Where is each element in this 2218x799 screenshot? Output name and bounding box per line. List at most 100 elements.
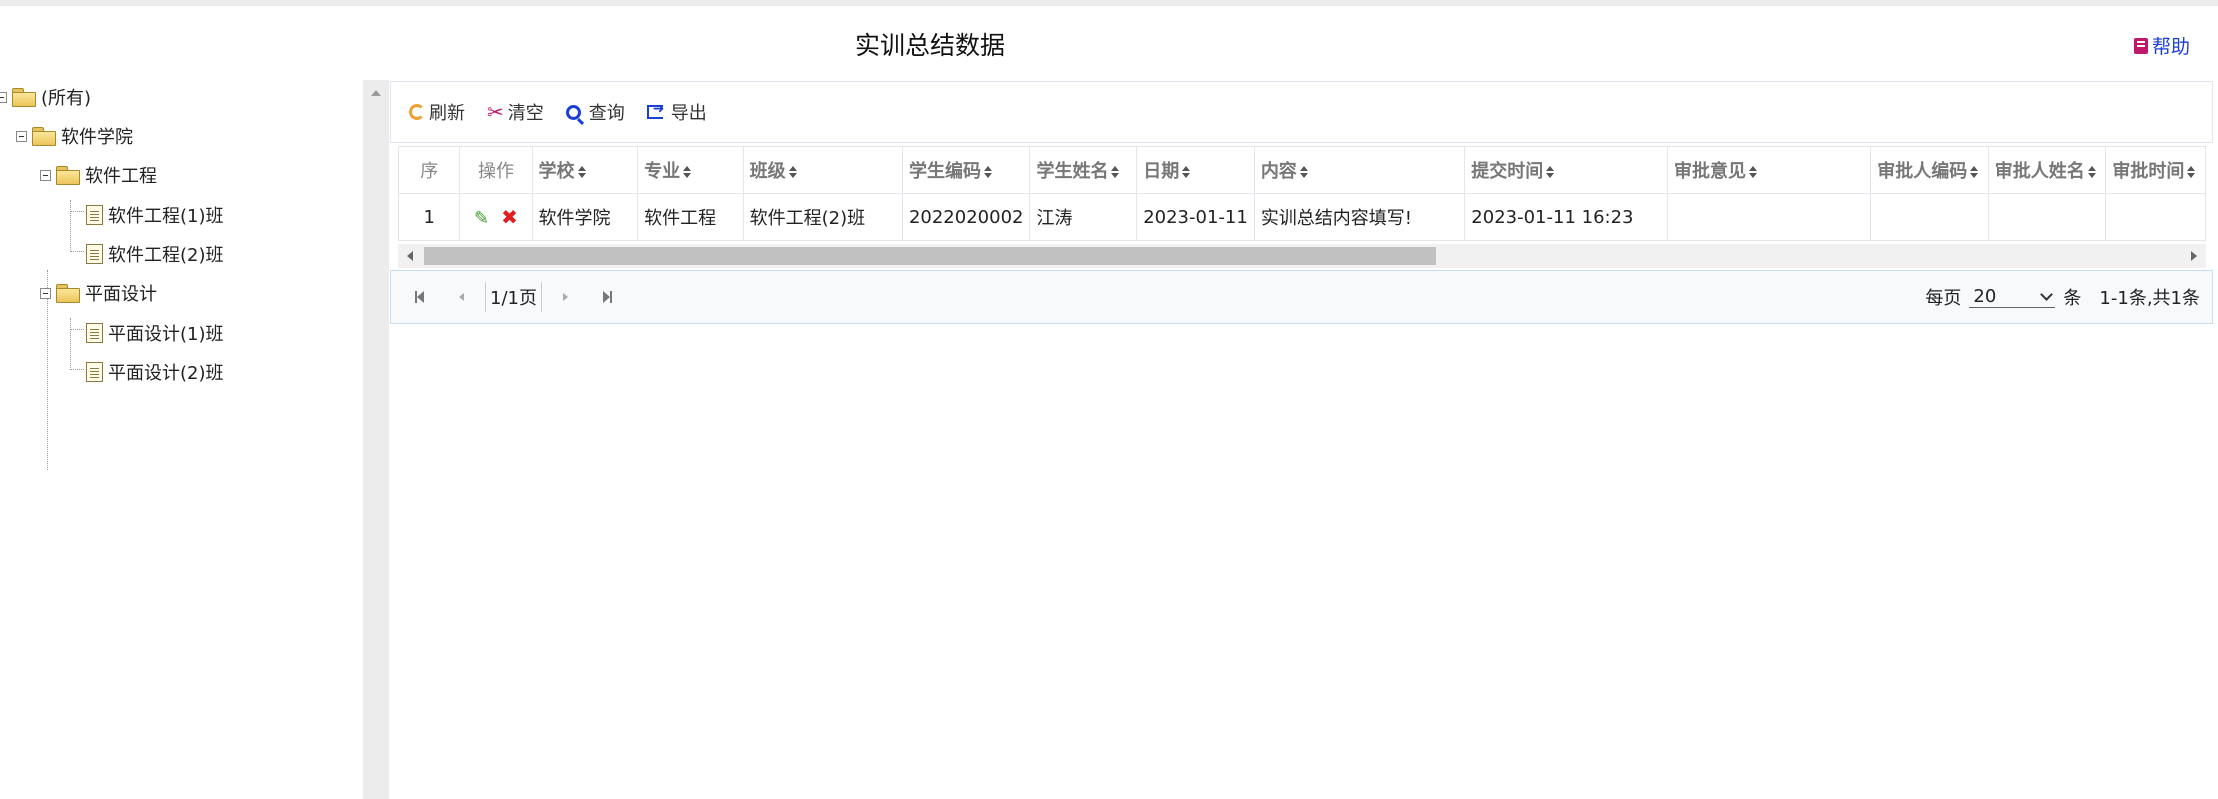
column-header-major[interactable]: 专业 <box>637 146 744 194</box>
column-header-class[interactable]: 班级 <box>742 146 903 194</box>
prev-page-icon <box>458 293 464 301</box>
export-button[interactable]: 导出 <box>646 99 707 125</box>
document-icon <box>86 244 103 264</box>
folder-icon <box>56 166 80 185</box>
scroll-left-icon[interactable] <box>407 251 413 261</box>
per-page-value: 20 <box>1973 286 1997 307</box>
column-header-review-time[interactable]: 审批时间 <box>2105 146 2206 194</box>
header-label: 审批人姓名 <box>1994 161 2085 182</box>
document-icon <box>86 323 103 343</box>
cell-date: 2023-01-11 <box>1136 193 1255 241</box>
top-border <box>0 0 2218 6</box>
collapse-icon[interactable] <box>0 91 7 103</box>
column-header-reviewer-code[interactable]: 审批人编码 <box>1870 146 1989 194</box>
per-page-unit: 条 <box>2063 288 2082 309</box>
tree-node-label: 软件工程(1)班 <box>108 206 224 227</box>
header-label: 日期 <box>1143 161 1180 182</box>
document-icon <box>86 205 103 225</box>
cell-review-opinion <box>1667 193 1872 241</box>
tree-line <box>70 369 84 370</box>
sort-icon <box>683 166 692 178</box>
tree-node-label: 软件工程(2)班 <box>108 245 224 266</box>
per-page-label: 每页 <box>1925 288 1962 309</box>
sort-icon <box>2187 166 2196 178</box>
tree-line <box>70 251 84 252</box>
folder-icon <box>32 127 56 146</box>
column-header-content[interactable]: 内容 <box>1253 146 1466 194</box>
per-page-select[interactable]: 20 <box>1969 286 2056 308</box>
search-icon <box>565 104 581 120</box>
column-header-submit-time[interactable]: 提交时间 <box>1464 146 1669 194</box>
next-page-button[interactable] <box>550 282 582 312</box>
tree-node-major-software[interactable]: 软件工程 <box>40 160 157 190</box>
query-button[interactable]: 查询 <box>565 99 625 125</box>
toolbar: 刷新 ✂ 清空 查询 导出 <box>390 81 2213 143</box>
prev-page-button[interactable] <box>445 282 477 312</box>
edit-pencil-icon[interactable]: ✎ <box>474 208 489 229</box>
delete-x-icon[interactable]: ✖ <box>501 205 518 229</box>
query-label: 查询 <box>588 103 625 124</box>
cell-school: 软件学院 <box>531 193 639 241</box>
tree-node-class[interactable]: 软件工程(1)班 <box>86 200 224 230</box>
first-page-button[interactable] <box>403 282 435 312</box>
tree-node-major-design[interactable]: 平面设计 <box>40 278 157 308</box>
cell-major: 软件工程 <box>637 193 744 241</box>
refresh-button[interactable]: 刷新 <box>409 99 465 125</box>
column-header-date[interactable]: 日期 <box>1136 146 1255 194</box>
sort-icon <box>1299 166 1308 178</box>
column-header-student-code[interactable]: 学生编码 <box>901 146 1031 194</box>
tree-node-class[interactable]: 软件工程(2)班 <box>86 239 224 269</box>
page-info: 1/1页 <box>485 282 542 312</box>
column-header-school[interactable]: 学校 <box>531 146 639 194</box>
last-page-icon <box>603 291 611 303</box>
collapse-icon[interactable] <box>16 130 27 142</box>
horizontal-scrollbar[interactable] <box>398 244 2206 268</box>
last-page-button[interactable] <box>592 282 624 312</box>
tree-node-root[interactable]: (所有) <box>0 82 91 112</box>
cell-review-time <box>2105 193 2206 241</box>
record-summary: 1-1条,共1条 <box>2099 288 2200 309</box>
tree-node-label: (所有) <box>41 88 92 109</box>
header-label: 学生姓名 <box>1036 161 1109 182</box>
header-label: 审批意见 <box>1674 161 1747 182</box>
cell-content: 实训总结内容填写! <box>1253 193 1466 241</box>
tree-node-school[interactable]: 软件学院 <box>16 121 133 151</box>
tree-line <box>70 211 84 212</box>
tree-line <box>70 200 71 252</box>
scroll-right-icon[interactable] <box>2191 251 2197 261</box>
collapse-icon[interactable] <box>40 169 51 181</box>
scissors-icon: ✂ <box>487 100 504 124</box>
scrollbar-thumb[interactable] <box>424 247 1436 265</box>
tree-node-label: 平面设计 <box>85 284 157 305</box>
collapse-up-icon[interactable] <box>371 90 381 96</box>
folder-icon <box>12 88 36 107</box>
help-link[interactable]: 帮助 <box>2133 32 2190 59</box>
tree-node-label: 平面设计(2)班 <box>108 363 224 384</box>
clear-button[interactable]: ✂ 清空 <box>487 99 544 125</box>
header-label: 学生编码 <box>908 161 981 182</box>
table-header-row: 序 操作 学校 专业 班级 学生编码 学生姓名 日期 内容 提交时间 审批意见 … <box>398 146 2206 194</box>
sort-icon <box>1970 166 1979 178</box>
table-row[interactable]: 1 ✎ ✖ 软件学院 软件工程 软件工程(2)班 2022020002 江涛 20… <box>398 193 2206 241</box>
column-header-reviewer-name[interactable]: 审批人姓名 <box>1987 146 2107 194</box>
cell-submit-time: 2023-01-11 16:23 <box>1464 193 1669 241</box>
sort-icon <box>788 166 797 178</box>
column-header-review-opinion[interactable]: 审批意见 <box>1667 146 1872 194</box>
tree-node-class[interactable]: 平面设计(2)班 <box>86 357 224 387</box>
panel-splitter[interactable] <box>363 80 389 799</box>
data-table: 序 操作 学校 专业 班级 学生编码 学生姓名 日期 内容 提交时间 审批意见 … <box>398 146 2206 241</box>
collapse-icon[interactable] <box>40 287 51 299</box>
sort-icon <box>1749 166 1758 178</box>
folder-icon <box>56 284 80 303</box>
cell-index: 1 <box>398 193 461 241</box>
cell-reviewer-code <box>1870 193 1989 241</box>
cell-actions: ✎ ✖ <box>459 193 533 241</box>
sort-icon <box>1111 166 1120 178</box>
book-icon <box>2133 37 2148 54</box>
cell-class: 软件工程(2)班 <box>742 193 903 241</box>
header-label: 学校 <box>538 161 575 182</box>
column-header-student-name[interactable]: 学生姓名 <box>1029 146 1138 194</box>
tree-node-class[interactable]: 平面设计(1)班 <box>86 318 224 348</box>
sort-icon <box>1546 166 1555 178</box>
page-title: 实训总结数据 <box>854 31 1005 60</box>
